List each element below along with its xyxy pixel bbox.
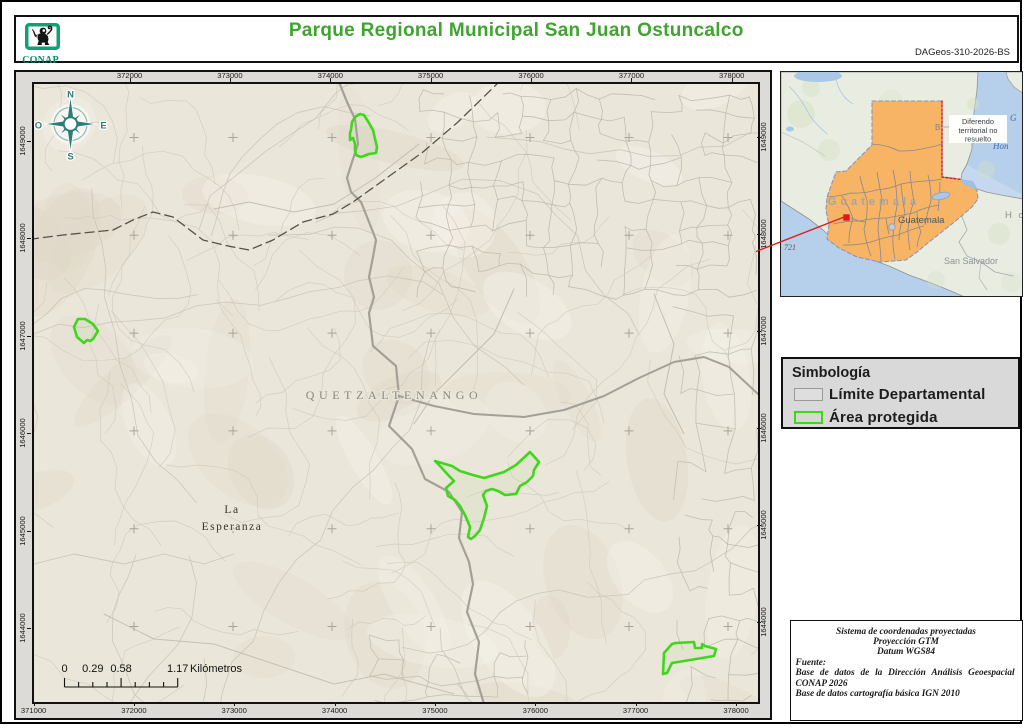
svg-text:721: 721 (784, 243, 796, 252)
svg-text:0: 0 (61, 663, 67, 675)
svg-text:0.58: 0.58 (110, 663, 131, 675)
svg-text:Guatemala: Guatemala (898, 215, 945, 226)
svg-text:La: La (224, 504, 239, 516)
svg-text:Diferendo: Diferendo (962, 117, 994, 126)
svg-text:H o: H o (1005, 210, 1023, 221)
svg-text:G: G (1010, 113, 1017, 123)
svg-text:B: B (935, 123, 940, 132)
svg-text:San Salvador: San Salvador (944, 256, 998, 266)
svg-text:O: O (34, 120, 41, 131)
svg-text:QUETZALTENANGO: QUETZALTENANGO (305, 388, 482, 402)
svg-text:Esperanza: Esperanza (201, 521, 262, 533)
svg-text:Guatemala: Guatemala (828, 196, 920, 208)
svg-text:E: E (100, 120, 106, 131)
svg-text:Kilómetros: Kilómetros (190, 663, 242, 675)
svg-text:1.17: 1.17 (166, 663, 187, 675)
svg-text:N: N (67, 89, 74, 100)
svg-text:territorial no: territorial no (958, 126, 997, 135)
svg-text:0.29: 0.29 (82, 663, 103, 675)
svg-text:resuelto: resuelto (965, 135, 991, 144)
svg-text:S: S (67, 151, 73, 162)
